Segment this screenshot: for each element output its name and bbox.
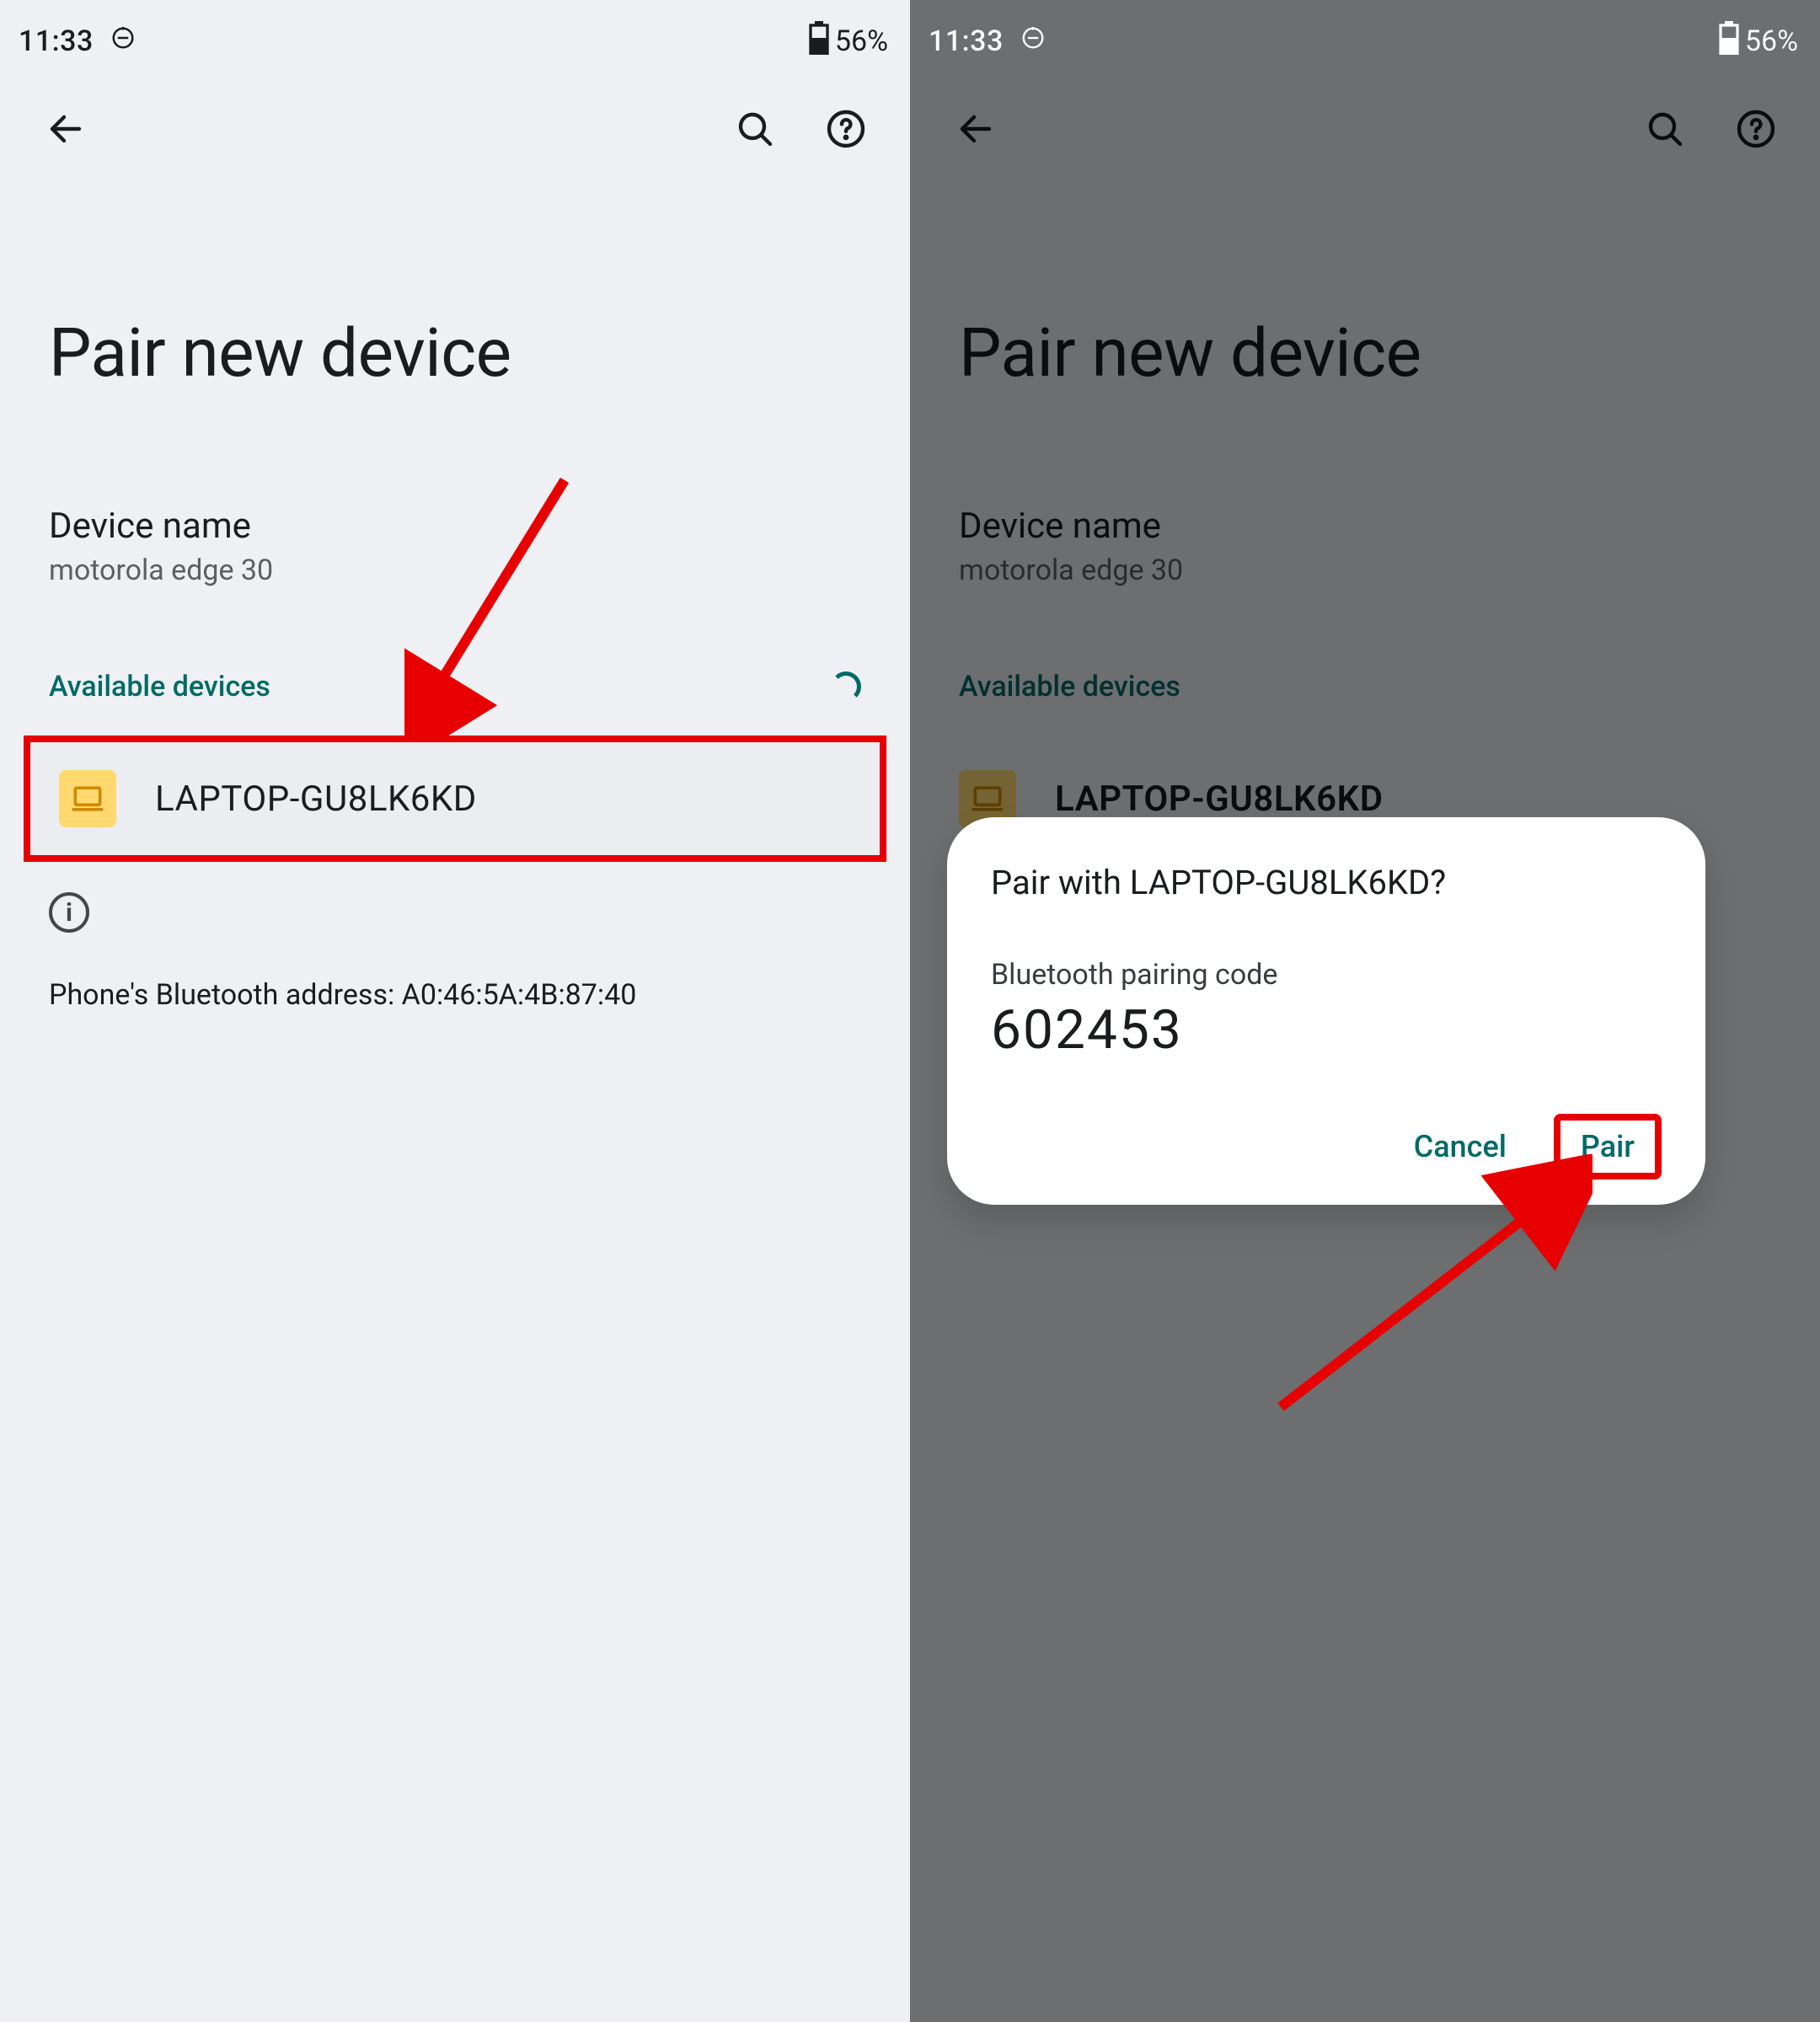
- device-name-value: motorola edge 30: [49, 554, 861, 587]
- battery-percent: 56%: [1745, 24, 1798, 58]
- available-devices-label: Available devices: [49, 670, 270, 703]
- cancel-button[interactable]: Cancel: [1397, 1117, 1523, 1176]
- status-time: 11:33: [929, 24, 1004, 58]
- device-name-label: Device name: [49, 506, 861, 547]
- info-row: i: [0, 862, 910, 933]
- annotation-highlight-box: Pair: [1554, 1114, 1662, 1180]
- pair-button[interactable]: Pair: [1581, 1129, 1635, 1164]
- dialog-subtitle: Bluetooth pairing code: [991, 958, 1662, 992]
- status-bar-overlay: 11:33 56%: [910, 0, 1820, 83]
- search-button[interactable]: [718, 92, 792, 166]
- page-title: Pair new device: [0, 175, 910, 393]
- left-screenshot: 11:33 56%: [0, 0, 910, 2022]
- battery-percent: 56%: [835, 24, 888, 58]
- available-device-name: LAPTOP-GU8LK6KD: [155, 778, 477, 820]
- pairing-dialog: Pair with LAPTOP-GU8LK6KD? Bluetooth pai…: [947, 817, 1705, 1205]
- right-screenshot: 11:33 56%: [910, 0, 1820, 2022]
- laptop-icon: [59, 770, 116, 827]
- status-bar: 11:33 56%: [0, 0, 910, 83]
- pairing-code: 602453: [991, 998, 1662, 1062]
- back-button[interactable]: [29, 92, 103, 166]
- loading-spinner-icon: [831, 671, 861, 702]
- battery-icon: [1718, 21, 1740, 62]
- available-devices-header: Available devices: [0, 587, 910, 703]
- device-name-section[interactable]: Device name motorola edge 30: [0, 393, 910, 587]
- dialog-actions: Cancel Pair: [991, 1114, 1662, 1180]
- info-icon: i: [49, 892, 89, 933]
- dnd-icon: [110, 24, 136, 58]
- available-device-item[interactable]: LAPTOP-GU8LK6KD: [24, 736, 886, 862]
- bluetooth-address: Phone's Bluetooth address: A0:46:5A:4B:8…: [0, 933, 910, 1012]
- app-bar: [0, 83, 910, 175]
- help-button[interactable]: [809, 92, 883, 166]
- dialog-title: Pair with LAPTOP-GU8LK6KD?: [991, 863, 1662, 902]
- battery-icon: [808, 21, 830, 62]
- status-time: 11:33: [19, 24, 94, 58]
- dnd-icon: [1020, 24, 1046, 58]
